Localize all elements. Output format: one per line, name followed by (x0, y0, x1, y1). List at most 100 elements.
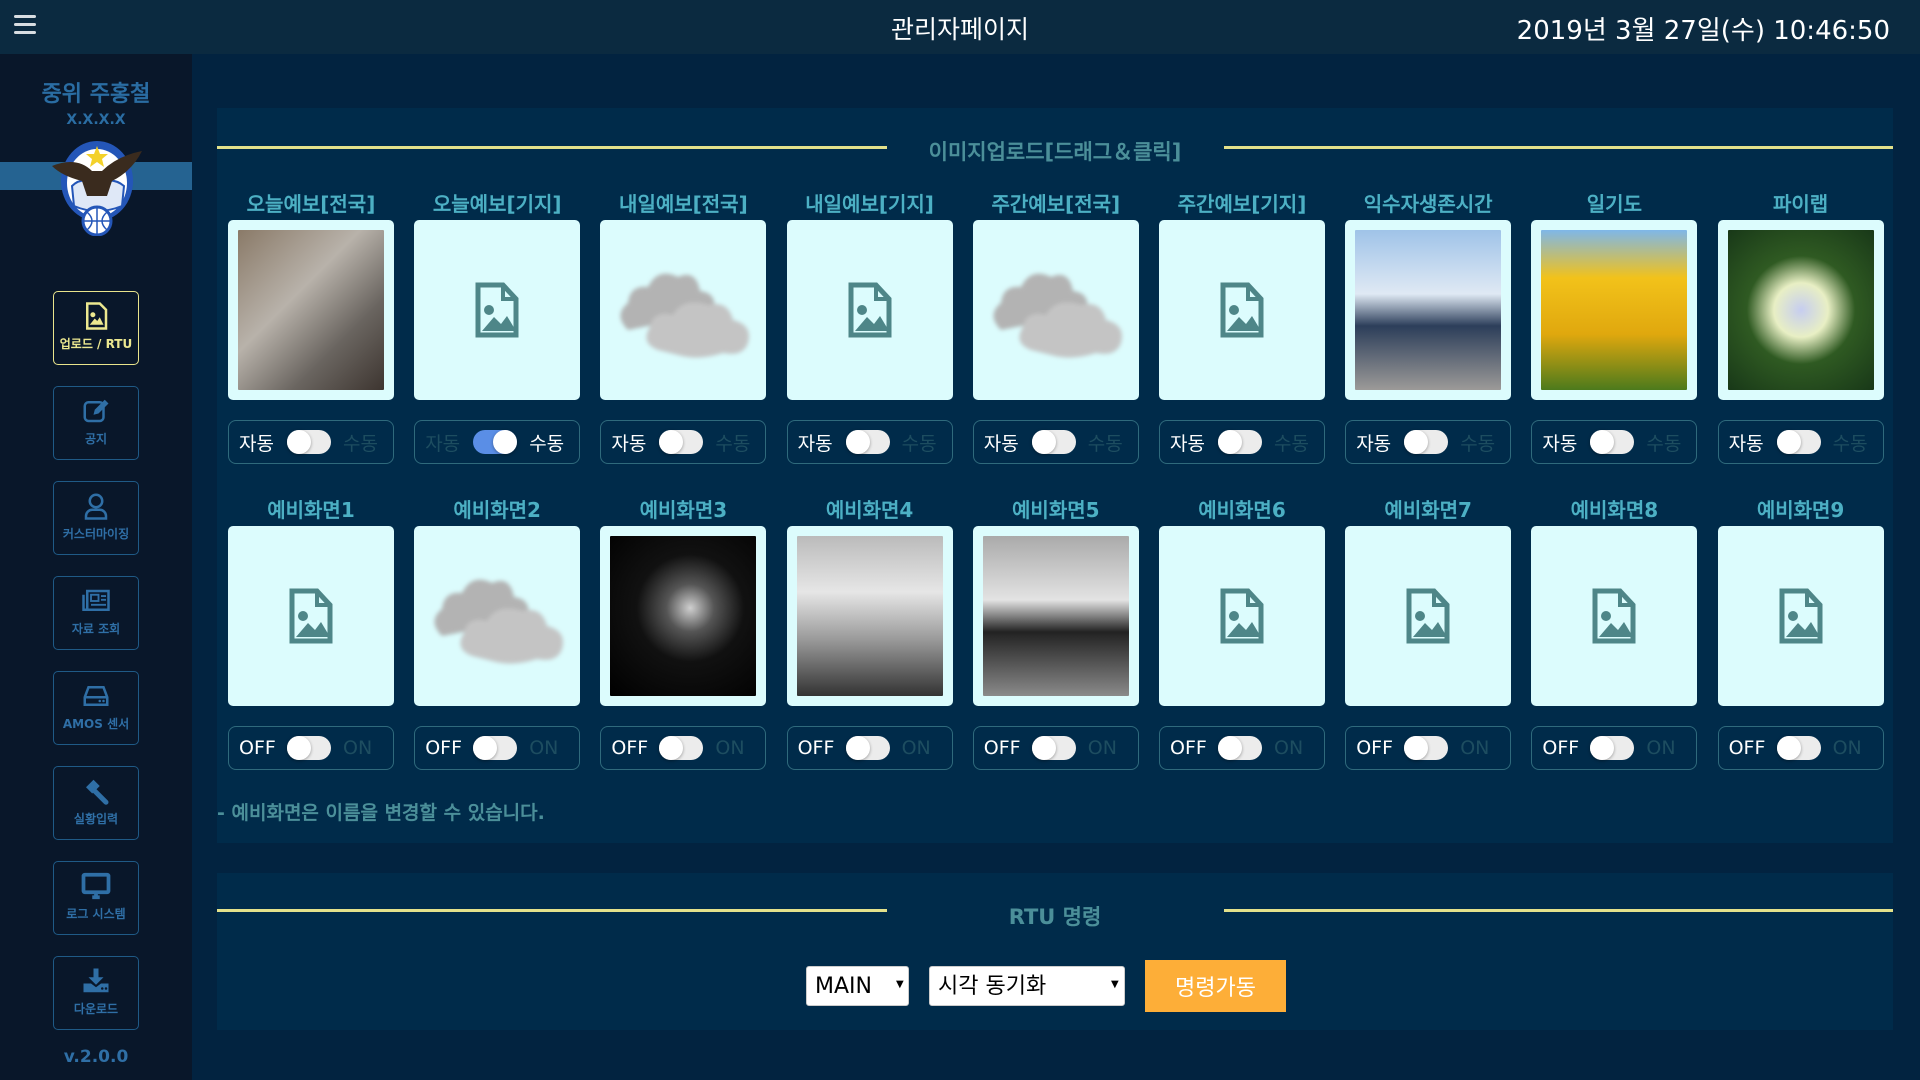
image-drop-zone[interactable] (1159, 220, 1325, 400)
mode-toggle-switch[interactable] (1218, 736, 1262, 760)
sidebar-item-data-lookup[interactable]: 자료 조회 (53, 576, 139, 650)
mode-toggle-switch[interactable] (473, 736, 518, 760)
sidebar-item-live-input[interactable]: 실황입력 (53, 766, 139, 840)
mode-toggle-switch[interactable] (473, 430, 518, 454)
toggle-left-label: 자동 (983, 432, 1019, 455)
mode-toggle-switch[interactable] (845, 430, 890, 454)
sidebar-item-upload-rtu[interactable]: 업로드 / RTU (53, 291, 139, 365)
toggle-knob (659, 736, 684, 760)
mode-toggle-switch[interactable] (1590, 430, 1635, 454)
toggle-left-label: OFF (425, 737, 462, 759)
cloud-icon (434, 579, 564, 664)
image-drop-zone[interactable] (600, 220, 767, 400)
toggle-right-label: 수동 (1460, 432, 1496, 455)
image-drop-zone[interactable] (1717, 220, 1884, 400)
toggle-right-label: ON (1646, 737, 1676, 759)
image-drop-zone[interactable] (228, 220, 394, 400)
mode-toggle-switch[interactable] (1404, 430, 1449, 454)
uploaded-image-koala (238, 230, 384, 390)
mode-toggle-switch[interactable] (1404, 736, 1449, 760)
toggle-left-label: OFF (611, 737, 649, 759)
image-drop-zone[interactable] (414, 526, 581, 706)
image-drop-zone[interactable] (228, 526, 394, 706)
upload-slot: 예비화면5 OFF ON (972, 494, 1139, 770)
cloud-icon (993, 273, 1122, 358)
toggle-knob (845, 736, 870, 760)
mode-toggle-switch[interactable] (1776, 736, 1821, 760)
toggle-knob (659, 430, 684, 454)
toggle-knob (1031, 736, 1056, 760)
mode-toggle-switch[interactable] (1031, 736, 1076, 760)
image-drop-zone[interactable] (414, 220, 581, 400)
mode-toggle-group: 자동 수동 (1717, 420, 1884, 464)
sidebar-item-download[interactable]: 다운로드 (53, 956, 139, 1030)
image-drop-zone[interactable] (600, 526, 767, 706)
slot-label: 예비화면3 (639, 498, 728, 522)
mode-toggle-switch[interactable] (845, 736, 890, 760)
sidebar: 중위 주홍철 X.X.X.X 업로드 / RTU 공지 커스터마이징 자료 조회… (0, 54, 192, 1080)
mode-toggle-group: OFF ON (786, 726, 953, 770)
mode-toggle-switch[interactable] (659, 736, 704, 760)
image-drop-zone[interactable] (1531, 220, 1698, 400)
sidebar-item-label: AMOS 센서 (62, 717, 130, 731)
mode-toggle-switch[interactable] (1218, 430, 1262, 454)
image-drop-zone[interactable] (1345, 526, 1512, 706)
uploaded-image-penguins (1355, 230, 1502, 390)
mode-toggle-group: OFF ON (414, 726, 581, 770)
sidebar-item-label: 자료 조회 (71, 622, 121, 636)
image-drop-zone[interactable] (972, 220, 1139, 400)
upload-section-title: 이미지업로드[드래그＆클릭] (928, 140, 1182, 164)
image-drop-zone[interactable] (1159, 526, 1325, 706)
sidebar-item-log-system[interactable]: 로그 시스템 (53, 861, 139, 935)
toggle-right-label: ON (1274, 737, 1304, 759)
toggle-right-label: 수동 (1274, 432, 1309, 455)
sidebar-item-amos-sensor[interactable]: AMOS 센서 (53, 671, 139, 745)
mode-toggle-switch[interactable] (287, 430, 331, 454)
mode-toggle-group: OFF ON (600, 726, 767, 770)
slot-label: 오늘예보[기지] (432, 192, 562, 216)
image-drop-zone[interactable] (972, 526, 1139, 706)
uploaded-image-hydrangea (1727, 230, 1874, 390)
mode-toggle-switch[interactable] (659, 430, 704, 454)
toggle-knob (493, 430, 518, 454)
image-drop-zone[interactable] (786, 526, 953, 706)
image-drop-zone[interactable] (1345, 220, 1512, 400)
image-placeholder-icon (475, 282, 519, 338)
toggle-left-label: OFF (797, 737, 835, 759)
mode-toggle-switch[interactable] (1776, 430, 1821, 454)
rtu-target-select[interactable]: MAIN (806, 966, 909, 1006)
image-placeholder-icon (1220, 282, 1264, 338)
toggle-knob (287, 736, 311, 760)
toggle-left-label: OFF (239, 737, 276, 759)
toggle-right-label: ON (343, 737, 373, 759)
mode-toggle-switch[interactable] (287, 736, 331, 760)
uploaded-image-jellyfish (610, 536, 757, 696)
toggle-left-label: 자동 (1170, 432, 1205, 455)
slot-label: 파이랩 (1772, 192, 1829, 216)
sidebar-item-customizing[interactable]: 커스터마이징 (53, 481, 139, 555)
toggle-knob (473, 736, 498, 760)
toggle-knob (1218, 430, 1242, 454)
mode-toggle-group: 자동 수동 (972, 420, 1139, 464)
mode-toggle-switch[interactable] (1031, 430, 1076, 454)
mode-toggle-group: OFF ON (1159, 726, 1325, 770)
sidebar-item-notice[interactable]: 공지 (53, 386, 139, 460)
rtu-command-select[interactable]: 시각 동기화 (929, 966, 1125, 1006)
user-id: X.X.X.X (66, 112, 126, 128)
slot-label: 주간예보[기지] (1177, 192, 1307, 216)
run-command-button[interactable]: 명령가동 (1145, 960, 1286, 1012)
image-drop-zone[interactable] (1531, 526, 1698, 706)
upload-slot: 예비화면2 OFF ON (414, 494, 581, 770)
image-drop-zone[interactable] (786, 220, 953, 400)
sidebar-item-label: 업로드 / RTU (59, 337, 133, 351)
mode-toggle-group: 자동 수동 (414, 420, 581, 464)
image-drop-zone[interactable] (1717, 526, 1884, 706)
slot-label: 예비화면1 (267, 498, 355, 522)
upload-slot: 내일예보[전국] 자동 수동 (600, 188, 767, 464)
toggle-right-label: ON (529, 737, 559, 759)
toggle-knob (845, 430, 870, 454)
upload-slot: 예비화면3 OFF ON (600, 494, 767, 770)
hamburger-menu-icon[interactable] (14, 15, 36, 35)
image-placeholder-icon (289, 588, 333, 644)
mode-toggle-switch[interactable] (1590, 736, 1635, 760)
